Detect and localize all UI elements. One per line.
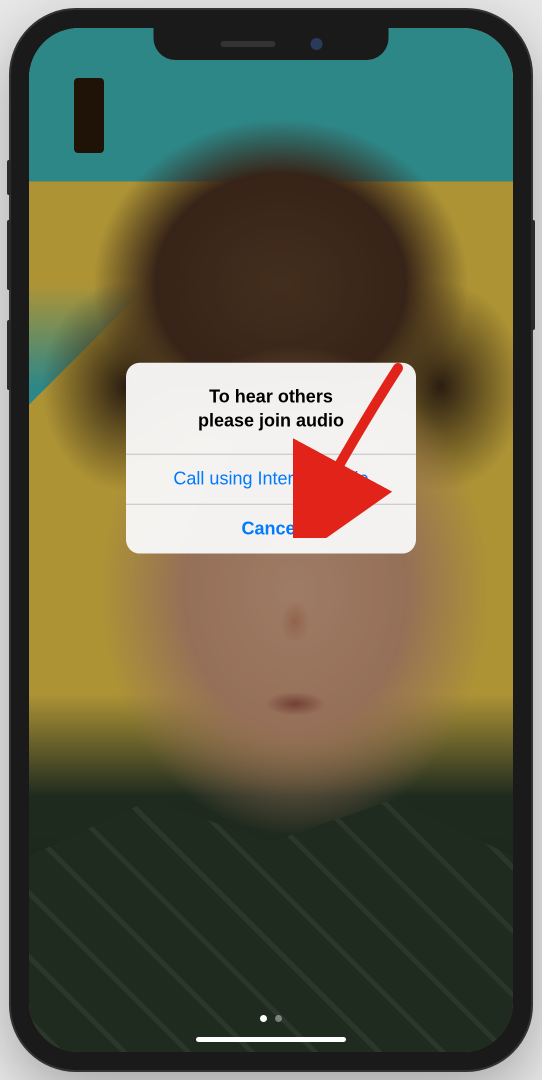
power-button [531,220,535,330]
join-audio-dialog: To hear others please join audio Call us… [126,363,416,554]
phone-device-frame: To hear others please join audio Call us… [11,10,531,1070]
volume-down-button [7,320,11,390]
home-indicator[interactable] [196,1037,346,1042]
volume-up-button [7,220,11,290]
dialog-message-text: To hear others please join audio [142,385,400,434]
dialog-message-container: To hear others please join audio [126,363,416,454]
front-camera [310,38,322,50]
cancel-button[interactable]: Cancel [126,503,416,553]
phone-screen: To hear others please join audio Call us… [29,28,513,1052]
phone-speaker [220,41,275,47]
page-dot-active [260,1015,267,1022]
phone-side-buttons [7,160,11,420]
page-indicator-dots [260,1015,282,1022]
page-dot [275,1015,282,1022]
mute-switch [7,160,11,195]
call-internet-audio-button[interactable]: Call using Internet Audio [126,453,416,503]
phone-notch [154,28,389,60]
